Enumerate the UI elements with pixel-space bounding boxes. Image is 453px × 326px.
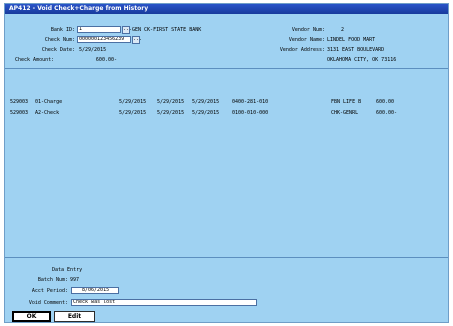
row-date: 5/29/2015 [157, 99, 185, 105]
vendor-address-label: Vendor Address: [279, 47, 325, 53]
batch-num-label: Batch Num: [37, 277, 68, 283]
vendor-address-line2: OKLAHOMA CITY, OK 73116 [327, 57, 397, 63]
row-type: 01-Charge [35, 99, 63, 105]
data-entry-heading: Data Entry [52, 267, 83, 273]
void-comment-input[interactable]: Check was lost [71, 299, 257, 306]
acct-period-label: Acct Period: [31, 288, 68, 294]
vendor-name-label: Vendor Name: [288, 37, 325, 43]
vendor-name-value: LINDEL FOOD MART [327, 37, 376, 43]
check-amount-label: Check Amount: [15, 57, 55, 63]
bank-name: GEN CK-FIRST STATE BANK [132, 27, 202, 33]
check-date-value: 5/29/2015 [79, 47, 107, 53]
row-date: 5/29/2015 [119, 99, 147, 105]
batch-num-value: 997 [70, 277, 80, 283]
window-title: AP412 - Void Check+Charge from History [5, 4, 448, 14]
footer-divider [5, 257, 448, 258]
row-account: 0100-010-000 [232, 110, 269, 116]
bank-id-lookup-button[interactable]: ... [122, 26, 132, 34]
row-vendor: FBN LIFE B [331, 99, 362, 105]
row-date: 5/29/2015 [192, 110, 220, 116]
vendor-address-line1: 3131 EAST BOULEVARD [327, 47, 385, 53]
vendor-num-label: Vendor Num: [291, 27, 325, 33]
edit-button[interactable]: Edit [54, 311, 95, 322]
check-amount-value: 600.00- [95, 57, 117, 63]
row-amount: 600.00- [376, 110, 398, 116]
check-num-lookup-button[interactable]: ... [132, 36, 142, 44]
check-num-input[interactable]: 000000123456239 [77, 36, 131, 43]
void-check-window: AP412 - Void Check+Charge from History B… [4, 3, 449, 323]
check-date-label: Check Date: [41, 47, 75, 53]
acct-period-input[interactable]: 8/06/2015 [71, 287, 119, 294]
bank-id-label: Bank ID: [50, 27, 75, 33]
row-type: A2-Check [35, 110, 60, 116]
row-id: 529003 [10, 99, 29, 105]
row-date: 5/29/2015 [119, 110, 147, 116]
row-vendor: CHK-GENRL [331, 110, 359, 116]
vendor-num-value: 2 [341, 27, 345, 33]
row-amount: 600.00 [376, 99, 395, 105]
row-id: 529003 [10, 110, 29, 116]
void-comment-label: Void Comment: [28, 300, 68, 306]
header-divider [5, 68, 448, 69]
row-account: 0400-281-010 [232, 99, 269, 105]
row-date: 5/29/2015 [192, 99, 220, 105]
ok-button[interactable]: OK [12, 311, 51, 322]
bank-id-input[interactable]: 1 [77, 26, 121, 33]
row-date: 5/29/2015 [157, 110, 185, 116]
check-num-label: Check Num: [44, 37, 75, 43]
